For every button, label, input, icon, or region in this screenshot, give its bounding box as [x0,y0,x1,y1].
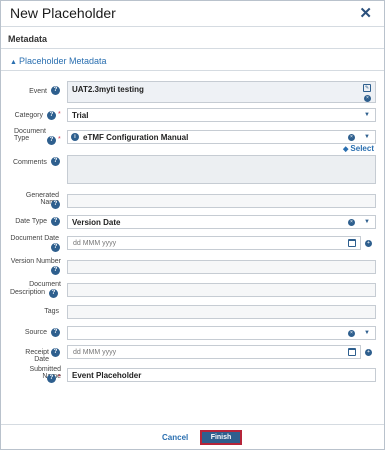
document-type-clear-icon[interactable]: × [348,134,355,141]
event-value: UAT2.3myti testing [72,85,144,94]
receipt-date-label: Receipt Date [25,349,49,363]
document-type-value: eTMF Configuration Manual [83,133,189,142]
version-number-label: Version Number [10,258,61,265]
version-number-field [67,260,376,274]
category-select[interactable]: Trial ▼ [67,108,376,122]
document-type-info-icon[interactable]: i [71,133,79,141]
document-type-dropdown-icon[interactable]: ▼ [364,134,370,140]
event-clear-icon[interactable]: × [364,95,371,102]
generated-name-help-icon[interactable]: ? [51,200,60,209]
category-required-marker: * [58,111,61,118]
category-dropdown-icon[interactable]: ▼ [364,112,370,118]
collapse-triangle-icon: ▲ [10,59,17,66]
calendar-icon[interactable] [348,348,356,356]
receipt-date-placeholder: dd MMM yyyy [73,349,117,356]
document-type-help-icon[interactable]: ? [47,136,56,145]
close-icon[interactable]: ✕ [359,4,372,22]
document-date-label: Document Date [10,235,59,242]
document-date-placeholder: dd MMM yyyy [73,240,117,247]
document-description-help-icon[interactable]: ? [49,289,58,298]
source-help-icon[interactable]: ? [51,328,60,337]
submitted-name-help-icon[interactable]: ? [47,374,56,383]
document-type-select-link[interactable]: ◆ Select [343,144,374,153]
comments-label: Comments [13,159,47,166]
event-label: Event [29,88,47,95]
new-placeholder-dialog: New Placeholder ✕ Metadata ▲ Placeholder … [0,0,385,450]
source-dropdown-icon[interactable]: ▼ [364,330,370,336]
submitted-name-required-marker: * [58,374,61,381]
date-type-help-icon[interactable]: ? [51,217,60,226]
category-value: Trial [72,111,89,120]
dialog-header: New Placeholder ✕ [1,1,384,27]
cancel-button[interactable]: Cancel [162,433,188,442]
document-description-label-2: Description [9,289,45,296]
document-date-help-icon[interactable]: ? [51,243,60,252]
comments-help-icon[interactable]: ? [51,157,60,166]
date-type-clear-icon[interactable]: × [348,219,355,226]
date-type-select[interactable]: Version Date × ▼ [67,215,376,229]
receipt-date-add-icon[interactable]: + [365,349,372,356]
source-label: Source [24,329,47,336]
dialog-title: New Placeholder [10,5,116,21]
comments-textarea[interactable] [67,155,376,184]
tag-icon: ◆ [343,146,349,153]
tags-label: Tags [44,308,59,315]
footer-divider [1,424,384,425]
document-date-add-icon[interactable]: + [365,240,372,247]
section-divider [1,48,384,49]
date-type-dropdown-icon[interactable]: ▼ [364,219,370,225]
version-number-help-icon[interactable]: ? [51,266,60,275]
calendar-icon[interactable] [348,239,356,247]
finish-button[interactable]: Finish [200,430,242,445]
document-type-required-marker: * [58,136,61,143]
metadata-section-title: Metadata [8,34,48,44]
receipt-date-input[interactable]: dd MMM yyyy [67,345,361,359]
category-help-icon[interactable]: ? [47,111,56,120]
tags-field [67,305,376,319]
source-clear-icon[interactable]: × [348,330,355,337]
document-description-field [67,283,376,297]
receipt-date-help-icon[interactable]: ? [51,348,60,357]
placeholder-metadata-title: Placeholder Metadata [18,56,107,66]
event-help-icon[interactable]: ? [51,86,60,95]
placeholder-metadata-toggle[interactable]: ▲ Placeholder Metadata [10,56,107,66]
submitted-name-value: Event Placeholder [72,371,142,380]
event-field[interactable]: UAT2.3myti testing ✎ × [67,81,376,103]
submitted-name-input[interactable]: Event Placeholder [67,368,376,382]
category-label: Category [14,112,43,119]
generated-name-field [67,194,376,208]
date-type-value: Version Date [72,218,121,227]
source-select[interactable]: × ▼ [67,326,376,340]
document-date-input[interactable]: dd MMM yyyy [67,236,361,250]
subsection-divider [1,70,384,71]
document-description-label-1: Document [29,281,61,288]
edit-icon[interactable]: ✎ [363,84,371,92]
date-type-label: Date Type [15,218,47,225]
document-type-select[interactable]: i eTMF Configuration Manual × ▼ [67,130,376,144]
